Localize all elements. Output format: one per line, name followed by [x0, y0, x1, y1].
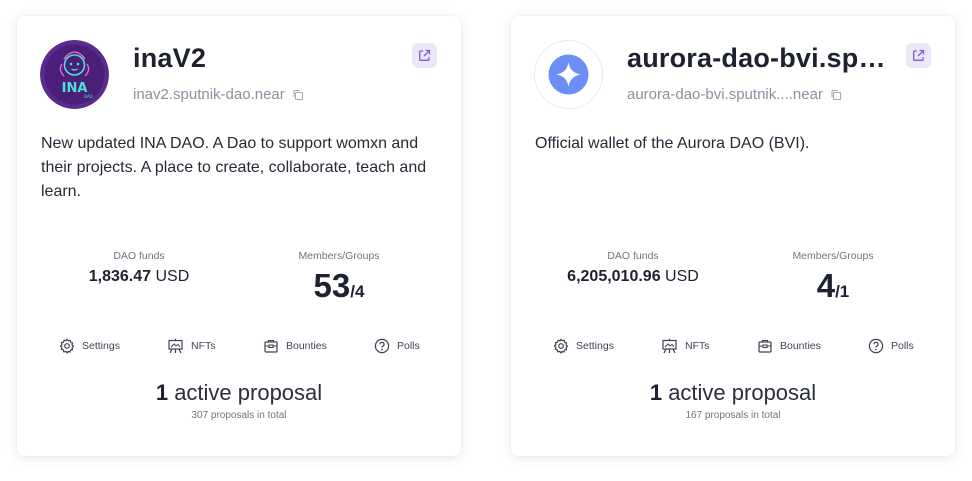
- settings-label: Settings: [576, 340, 614, 352]
- external-link-icon: [913, 49, 925, 61]
- dao-funds: DAO funds 1,836.47 USD: [61, 250, 217, 286]
- funds-amount: 6,205,010.96: [567, 268, 661, 285]
- funds-currency: USD: [155, 268, 190, 285]
- bounties-button[interactable]: Bounties: [757, 338, 821, 354]
- dao-avatar-ina: INA DAO: [40, 40, 109, 109]
- funds-amount: 1,836.47: [88, 268, 152, 285]
- dao-address-row: aurora-dao-bvi.sputnik....near: [627, 86, 842, 103]
- dao-actions: Settings NFTs Bounties Polls: [17, 338, 461, 356]
- dao-actions: Settings NFTs Bounties Polls: [511, 338, 955, 356]
- members-count: 4: [816, 267, 836, 304]
- settings-label: Settings: [82, 340, 120, 352]
- total-proposals: 167 proposals in total: [685, 410, 781, 421]
- nft-easel-icon: [662, 338, 677, 354]
- copy-icon[interactable]: [292, 89, 304, 101]
- funds-currency: USD: [665, 268, 699, 285]
- nfts-button[interactable]: NFTs: [661, 338, 710, 354]
- polls-button[interactable]: Polls: [868, 338, 914, 354]
- active-count: 1: [649, 380, 663, 405]
- help-circle-icon: [374, 338, 390, 354]
- settings-button[interactable]: Settings: [553, 338, 614, 354]
- nft-easel-icon: [168, 338, 183, 354]
- polls-button[interactable]: Polls: [374, 338, 420, 354]
- ina-logo-icon: INA DAO: [40, 40, 109, 109]
- bounty-box-icon: [264, 339, 278, 353]
- bounty-box-icon: [758, 339, 772, 353]
- gear-icon: [59, 338, 75, 354]
- copy-icon[interactable]: [830, 89, 842, 101]
- nfts-label: NFTs: [685, 340, 710, 352]
- dao-address-row: inav2.sputnik-dao.near: [133, 86, 304, 103]
- bounties-label: Bounties: [780, 340, 821, 352]
- members-value: 4/1: [755, 268, 911, 311]
- dao-members: Members/Groups 4/1: [755, 250, 911, 311]
- polls-label: Polls: [891, 340, 914, 352]
- help-circle-icon: [868, 338, 884, 354]
- funds-value: 6,205,010.96 USD: [555, 268, 711, 286]
- open-dao-button[interactable]: [412, 43, 437, 68]
- dao-description: New updated INA DAO. A Dao to support wo…: [41, 135, 427, 200]
- dao-funds: DAO funds 6,205,010.96 USD: [555, 250, 711, 286]
- dao-title[interactable]: aurora-dao-bvi.sputnik-dao.near: [627, 43, 889, 74]
- open-dao-button[interactable]: [906, 43, 931, 68]
- aurora-star-icon: [534, 40, 603, 109]
- active-proposals[interactable]: 1 active proposal: [17, 380, 461, 406]
- dao-address: inav2.sputnik-dao.near: [133, 86, 285, 103]
- dao-card-inav2[interactable]: INA DAO inaV2 inav2.sputnik-dao.near New…: [17, 16, 461, 456]
- nfts-button[interactable]: NFTs: [167, 338, 216, 354]
- total-proposals: 307 proposals in total: [191, 410, 287, 421]
- dao-address: aurora-dao-bvi.sputnik....near: [627, 86, 823, 103]
- external-link-icon: [419, 49, 431, 61]
- settings-button[interactable]: Settings: [59, 338, 120, 354]
- members-label: Members/Groups: [792, 250, 874, 262]
- dao-title[interactable]: inaV2: [133, 43, 395, 74]
- funds-label: DAO funds: [607, 250, 659, 262]
- members-count: 53: [313, 267, 351, 304]
- active-proposals[interactable]: 1 active proposal: [511, 380, 955, 406]
- active-label: active proposal: [174, 380, 323, 405]
- dao-description: Official wallet of the Aurora DAO (BVI).: [535, 135, 810, 152]
- members-label: Members/Groups: [298, 250, 380, 262]
- polls-label: Polls: [397, 340, 420, 352]
- bounties-button[interactable]: Bounties: [263, 338, 327, 354]
- svg-text:DAO: DAO: [84, 94, 93, 99]
- active-label: active proposal: [668, 380, 817, 405]
- gear-icon: [553, 338, 569, 354]
- members-value: 53/4: [261, 268, 417, 311]
- funds-value: 1,836.47 USD: [61, 268, 217, 286]
- nfts-label: NFTs: [191, 340, 216, 352]
- groups-count: /4: [350, 282, 365, 301]
- dao-card-aurora[interactable]: aurora-dao-bvi.sputnik-dao.near aurora-d…: [511, 16, 955, 456]
- bounties-label: Bounties: [286, 340, 327, 352]
- funds-label: DAO funds: [113, 250, 165, 262]
- groups-count: /1: [835, 282, 850, 301]
- dao-members: Members/Groups 53/4: [261, 250, 417, 311]
- dao-avatar-aurora: [534, 40, 603, 109]
- active-count: 1: [155, 380, 169, 405]
